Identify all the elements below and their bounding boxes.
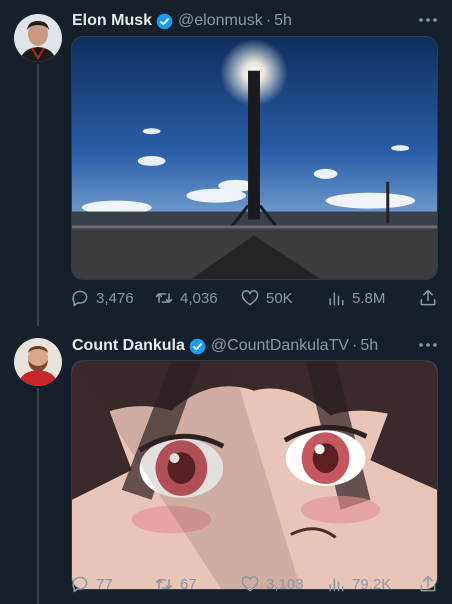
- verified-badge-icon: [156, 13, 173, 30]
- tweet-actions: 3,476 4,036 50K 5.8M: [70, 286, 438, 310]
- tweet[interactable]: Elon Musk @elonmusk · 5h 3,476 4,036 50K…: [0, 0, 452, 326]
- retweet-count: 4,036: [180, 289, 218, 307]
- retweet-icon: [154, 574, 174, 594]
- views-button[interactable]: 5.8M: [326, 286, 385, 310]
- avatar[interactable]: [14, 14, 62, 62]
- thread-line: [37, 388, 39, 604]
- display-name[interactable]: Count Dankula: [72, 337, 185, 355]
- user-handle[interactable]: @CountDankulaTV: [211, 337, 349, 355]
- reply-icon: [70, 288, 90, 308]
- share-button[interactable]: [418, 286, 438, 310]
- avatar[interactable]: [14, 338, 62, 386]
- tweet-media-image[interactable]: [71, 36, 438, 280]
- like-count: 3,103: [266, 575, 304, 593]
- views-chart-icon: [326, 574, 346, 594]
- reply-icon: [70, 574, 90, 594]
- retweet-count: 67: [180, 575, 197, 593]
- like-count: 50K: [266, 289, 293, 307]
- more-options-icon[interactable]: [418, 337, 438, 353]
- thread-line: [37, 64, 39, 326]
- reply-count: 77: [96, 575, 113, 593]
- share-icon: [418, 574, 438, 594]
- tweet-media-image[interactable]: [71, 360, 438, 590]
- share-button[interactable]: [418, 572, 438, 596]
- timestamp[interactable]: 5h: [360, 337, 378, 355]
- views-count: 79.2K: [352, 575, 392, 593]
- separator: ·: [351, 337, 358, 354]
- verified-badge-icon: [189, 338, 206, 355]
- user-handle[interactable]: @elonmusk: [178, 12, 263, 30]
- heart-icon: [240, 574, 260, 594]
- separator: ·: [265, 12, 272, 29]
- tweet-header: Elon Musk @elonmusk · 5h: [72, 10, 438, 32]
- tweet-actions: 77 67 3,103 79.2K: [70, 572, 438, 596]
- like-button[interactable]: 3,103: [240, 572, 304, 596]
- like-button[interactable]: 50K: [240, 286, 293, 310]
- display-name[interactable]: Elon Musk: [72, 12, 152, 30]
- more-options-icon[interactable]: [418, 12, 438, 28]
- reply-button[interactable]: 3,476: [70, 286, 134, 310]
- views-count: 5.8M: [352, 289, 386, 307]
- views-chart-icon: [326, 288, 346, 308]
- reply-count: 3,476: [96, 289, 134, 307]
- reply-button[interactable]: 77: [70, 572, 113, 596]
- retweet-button[interactable]: 4,036: [154, 286, 218, 310]
- tweet[interactable]: Count Dankula @CountDankulaTV · 5h 77 67…: [0, 326, 452, 604]
- retweet-button[interactable]: 67: [154, 572, 197, 596]
- retweet-icon: [154, 288, 174, 308]
- heart-icon: [240, 288, 260, 308]
- share-icon: [418, 288, 438, 308]
- views-button[interactable]: 79.2K: [326, 572, 391, 596]
- tweet-header: Count Dankula @CountDankulaTV · 5h: [72, 335, 438, 357]
- timestamp[interactable]: 5h: [274, 12, 292, 30]
